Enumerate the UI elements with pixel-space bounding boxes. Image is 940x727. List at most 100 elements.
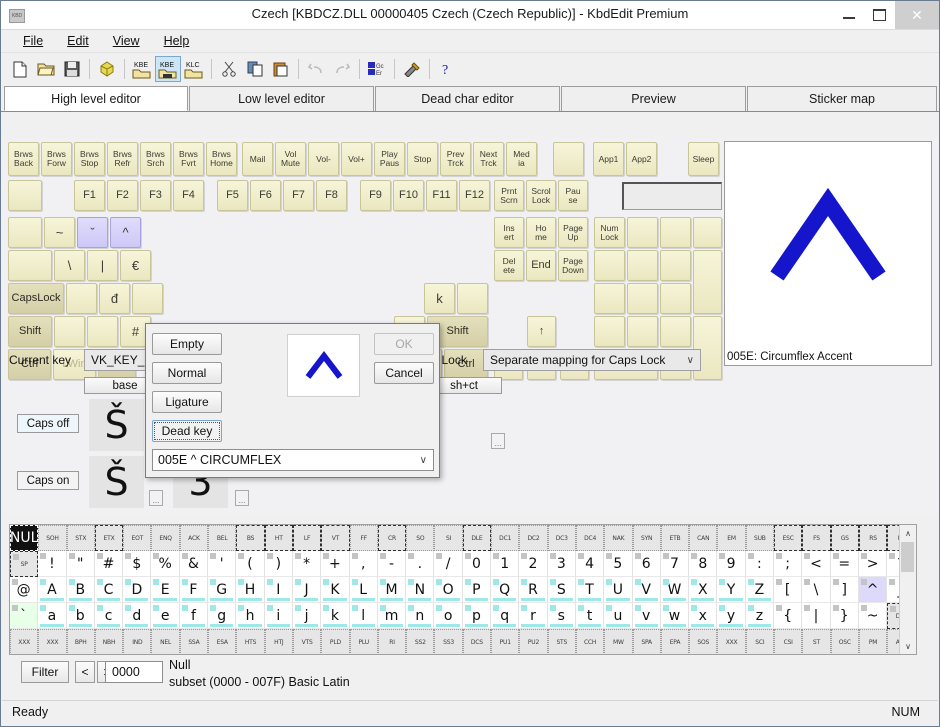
key-f12[interactable]: F12 <box>459 180 490 211</box>
dialog-cancel-button[interactable]: Cancel <box>374 362 434 384</box>
charmap-cell[interactable]: / <box>434 551 462 577</box>
key-print-screen[interactable]: Prnt Scrn <box>494 180 524 211</box>
charmap-cell[interactable]: PU1 <box>491 629 519 655</box>
charmap-cell[interactable]: v <box>633 603 661 629</box>
key-a-row-1[interactable] <box>66 283 97 314</box>
charmap-cell[interactable]: IND <box>123 629 151 655</box>
charmap-cell[interactable]: U <box>604 577 632 603</box>
key-play-pause[interactable]: Play Paus <box>374 142 405 176</box>
new-file-button[interactable] <box>7 56 33 82</box>
charmap-cell[interactable]: Y <box>717 577 745 603</box>
key-circumflex[interactable]: ^ <box>110 217 141 248</box>
charmap-cell[interactable]: VTS <box>293 629 321 655</box>
charmap-cell[interactable]: * <box>293 551 321 577</box>
key-row1-first[interactable] <box>8 217 42 248</box>
charmap-cell[interactable]: # <box>95 551 123 577</box>
charmap-cell[interactable]: ` <box>10 603 38 629</box>
charmap-cell[interactable]: s <box>548 603 576 629</box>
charmap-cell[interactable]: SS2 <box>406 629 434 655</box>
charmap-cell[interactable]: SI <box>434 525 462 551</box>
charmap-cell[interactable]: < <box>802 551 830 577</box>
charmap-cell[interactable]: OSC <box>831 629 859 655</box>
charmap-cell[interactable]: n <box>406 603 434 629</box>
charmap-cell[interactable]: HTJ <box>265 629 293 655</box>
key-numpad-5[interactable] <box>627 283 658 314</box>
charmap-cell[interactable]: DC2 <box>519 525 547 551</box>
key-delete[interactable]: Del ete <box>494 250 524 281</box>
key-numpad-6[interactable] <box>660 283 691 314</box>
scroll-down-icon[interactable]: ∨ <box>900 638 916 654</box>
charmap-cell[interactable]: } <box>831 603 859 629</box>
charmap-cell[interactable]: Q <box>491 577 519 603</box>
charmap-scrollbar[interactable]: ∧ ∨ <box>899 525 916 654</box>
charmap-cell[interactable]: h <box>236 603 264 629</box>
charmap-cell[interactable]: d <box>123 603 151 629</box>
minimize-button[interactable] <box>833 1 864 29</box>
charmap-cell[interactable]: ( <box>236 551 264 577</box>
key-x[interactable] <box>87 316 118 347</box>
key-insert[interactable]: Ins ert <box>494 217 524 248</box>
charmap-cell[interactable]: CSI <box>774 629 802 655</box>
charmap-cell[interactable]: q <box>491 603 519 629</box>
key-k-right[interactable]: k <box>424 283 455 314</box>
charmap-cell[interactable]: F <box>180 577 208 603</box>
charmap-cell[interactable]: BPH <box>67 629 95 655</box>
redo-button[interactable] <box>329 56 355 82</box>
charmap-cell[interactable]: SCI <box>746 629 774 655</box>
maximize-button[interactable] <box>864 1 895 29</box>
charmap-cell[interactable]: RI <box>378 629 406 655</box>
charmap-cell[interactable]: K <box>321 577 349 603</box>
charmap-cell[interactable]: [ <box>774 577 802 603</box>
menu-view[interactable]: View <box>101 32 152 50</box>
charmap-cell[interactable]: DC4 <box>576 525 604 551</box>
charmap-cell[interactable]: SYN <box>633 525 661 551</box>
key-numpad-1[interactable] <box>594 316 625 347</box>
charmap-cell[interactable]: m <box>378 603 406 629</box>
charmap-cell[interactable]: L <box>350 577 378 603</box>
tab-dead-char-editor[interactable]: Dead char editor <box>375 86 560 111</box>
key-blank-top[interactable] <box>553 142 584 176</box>
key-dbar[interactable]: đ <box>99 283 130 314</box>
charmap-cell[interactable]: ) <box>265 551 293 577</box>
key-home[interactable]: Ho me <box>526 217 556 248</box>
key-media[interactable]: Med ia <box>506 142 537 176</box>
key-f8[interactable]: F8 <box>316 180 347 211</box>
charmap-cell[interactable]: MW <box>604 629 632 655</box>
charmap-cell[interactable]: FF <box>350 525 378 551</box>
dialog-dead-key-button[interactable]: Dead key <box>152 420 222 442</box>
key-brws-fvrt[interactable]: Brws Fvrt <box>173 142 204 176</box>
charmap-cell[interactable]: HTS <box>236 629 264 655</box>
caps-on-button[interactable]: Caps on <box>17 471 79 490</box>
charmap-cell[interactable]: STS <box>548 629 576 655</box>
menu-file[interactable]: File <box>11 32 55 50</box>
charmap-cell[interactable]: CR <box>378 525 406 551</box>
charmap-cell[interactable]: SP <box>10 551 38 577</box>
charmap-cell[interactable]: N <box>406 577 434 603</box>
menu-edit[interactable]: Edit <box>55 32 101 50</box>
charmap-cell[interactable]: XXX <box>38 629 66 655</box>
key-numpad-9[interactable] <box>660 250 691 281</box>
key-end[interactable]: End <box>526 250 556 281</box>
key-arrow-up[interactable]: ↑ <box>527 316 556 347</box>
key-pause[interactable]: Pau se <box>558 180 588 211</box>
key-tab[interactable] <box>8 250 52 281</box>
charmap-cell[interactable]: B <box>67 577 95 603</box>
filter-button[interactable]: Filter <box>21 661 69 683</box>
charmap-cell[interactable]: O <box>434 577 462 603</box>
charmap-cell[interactable]: > <box>859 551 887 577</box>
key-f2[interactable]: F2 <box>107 180 138 211</box>
key-euro[interactable]: € <box>120 250 151 281</box>
caps-off-glyph-base[interactable]: Š <box>89 399 144 451</box>
charmap-cell[interactable]: \ <box>802 577 830 603</box>
charmap-cell[interactable]: NUL <box>10 525 38 551</box>
copy-button[interactable] <box>242 56 268 82</box>
key-caron[interactable]: ˇ <box>77 217 108 248</box>
charmap-cell[interactable]: e <box>151 603 179 629</box>
charmap-cell[interactable]: G <box>208 577 236 603</box>
charmap-cell[interactable]: ACK <box>180 525 208 551</box>
key-brws-refr[interactable]: Brws Refr <box>107 142 138 176</box>
caps-on-more-sh[interactable]: ... <box>235 490 249 506</box>
charmap-cell[interactable]: ' <box>208 551 236 577</box>
charmap-cell[interactable]: % <box>151 551 179 577</box>
tab-sticker-map[interactable]: Sticker map <box>747 86 937 111</box>
